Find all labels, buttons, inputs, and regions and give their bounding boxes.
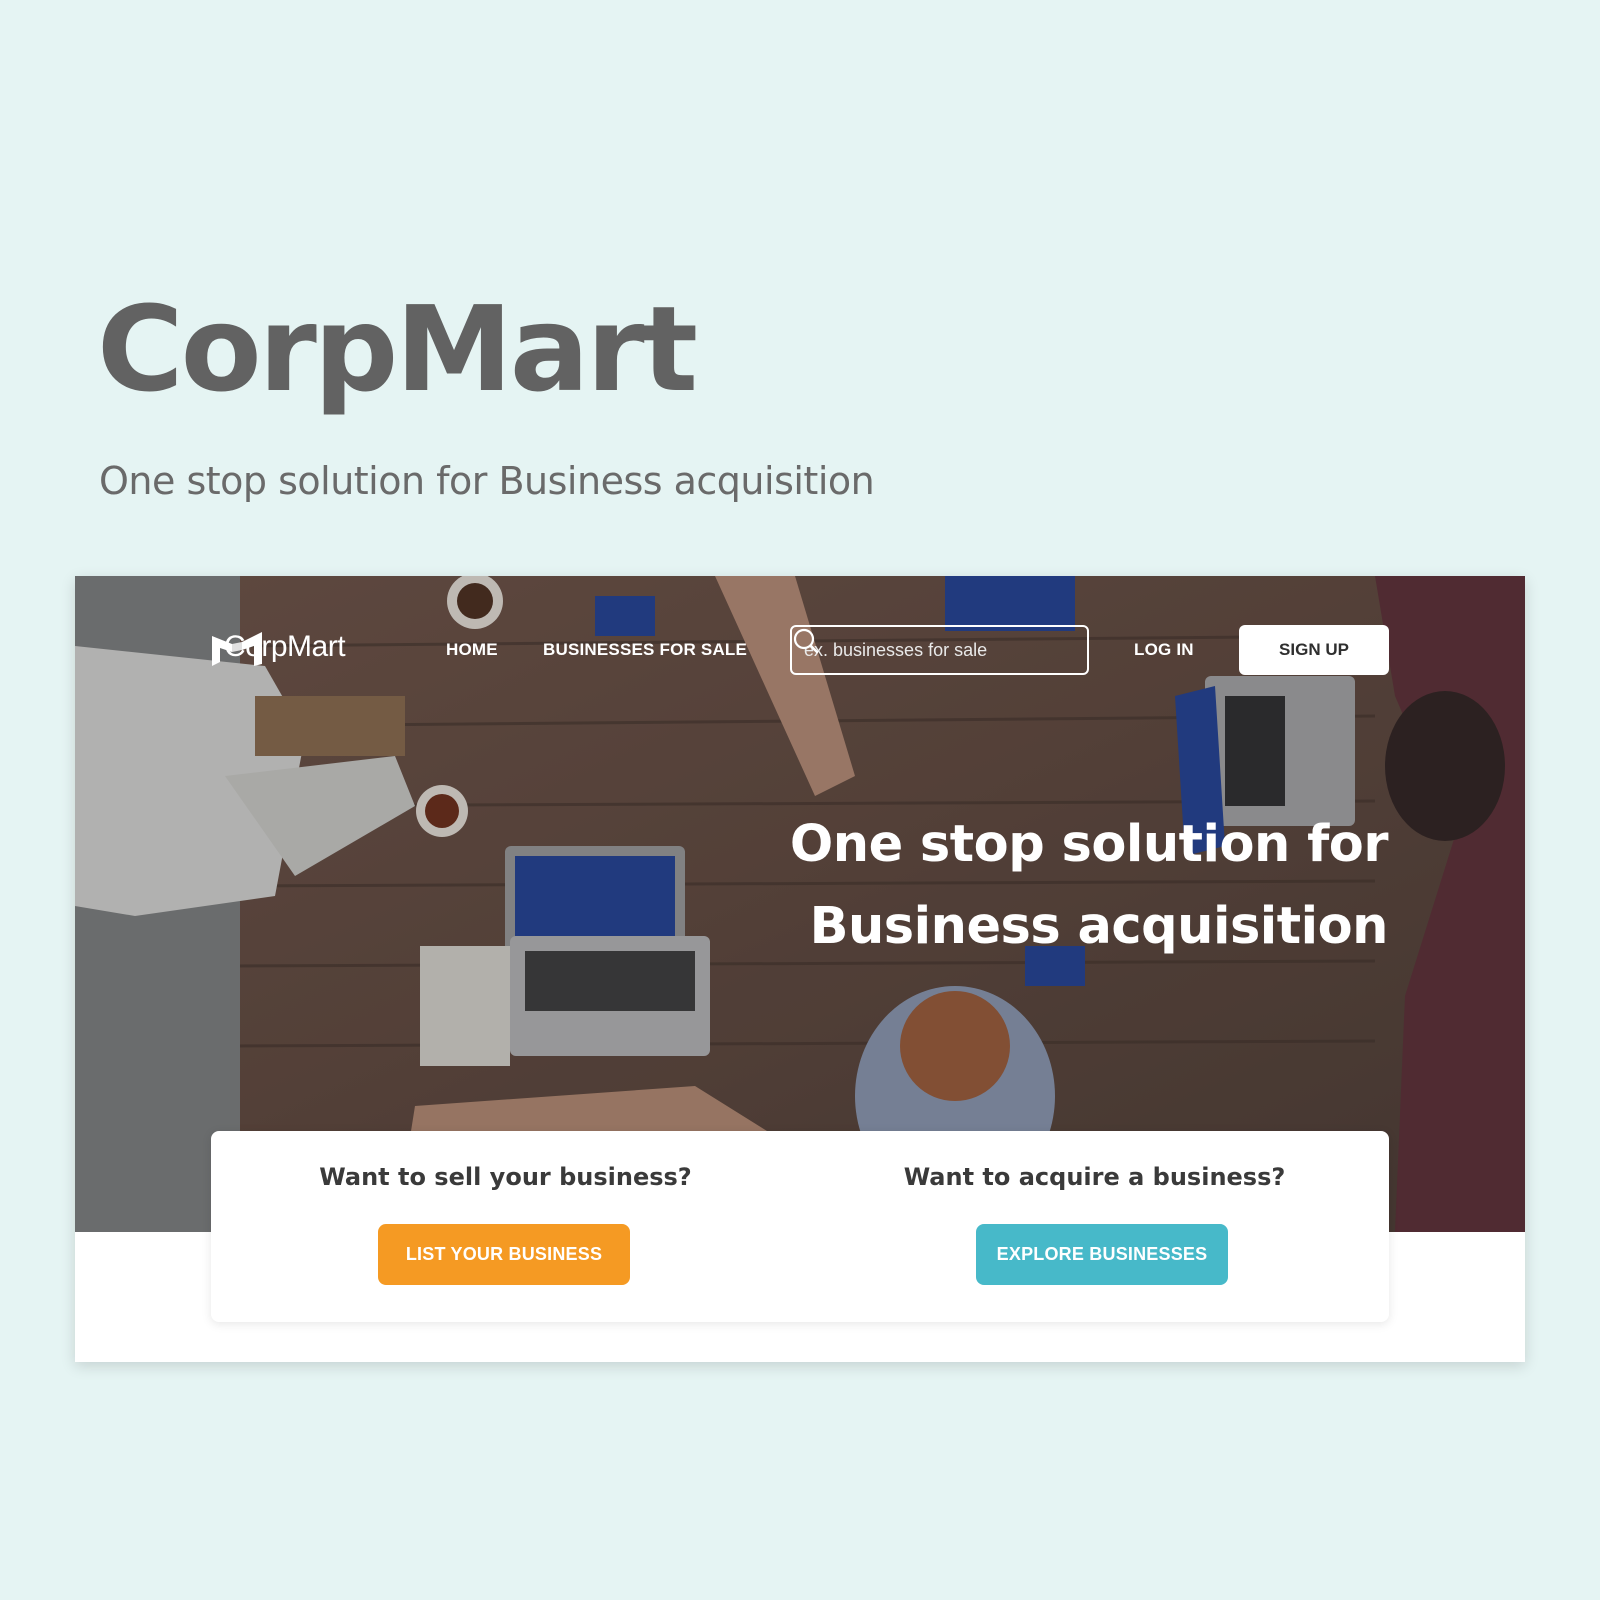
acquire-question: Want to acquire a business?	[903, 1163, 1286, 1191]
nav-businesses-for-sale[interactable]: BUSINESSES FOR SALE	[543, 640, 747, 660]
hero-headline-line1: One stop solution for	[789, 815, 1389, 874]
sell-question: Want to sell your business?	[319, 1163, 692, 1191]
page-subtitle: One stop solution for Business acquisiti…	[99, 459, 875, 503]
search-box	[790, 625, 1089, 675]
hero-headline: One stop solution for Business acquisiti…	[748, 804, 1389, 968]
logo-mark-icon	[212, 632, 262, 666]
navbar: CorpMart HOME BUSINESSES FOR SALE LOG IN…	[75, 576, 1525, 726]
nav-log-in[interactable]: LOG IN	[1134, 640, 1194, 660]
search-icon[interactable]	[792, 627, 820, 655]
acquire-section: Want to acquire a business? EXPLORE BUSI…	[800, 1131, 1389, 1322]
search-input[interactable]	[804, 639, 1075, 661]
hero-headline-line2: Business acquisition	[809, 897, 1389, 956]
explore-businesses-button[interactable]: EXPLORE BUSINESSES	[976, 1224, 1228, 1285]
nav-home[interactable]: HOME	[446, 640, 498, 660]
sell-section: Want to sell your business? LIST YOUR BU…	[211, 1131, 800, 1322]
website-mockup: CorpMart HOME BUSINESSES FOR SALE LOG IN…	[75, 576, 1525, 1362]
cta-card: Want to sell your business? LIST YOUR BU…	[211, 1131, 1389, 1322]
page-title: CorpMart	[97, 280, 698, 418]
list-your-business-button[interactable]: LIST YOUR BUSINESS	[378, 1224, 630, 1285]
sign-up-button[interactable]: SIGN UP	[1239, 625, 1389, 675]
logo[interactable]: CorpMart	[210, 630, 346, 666]
